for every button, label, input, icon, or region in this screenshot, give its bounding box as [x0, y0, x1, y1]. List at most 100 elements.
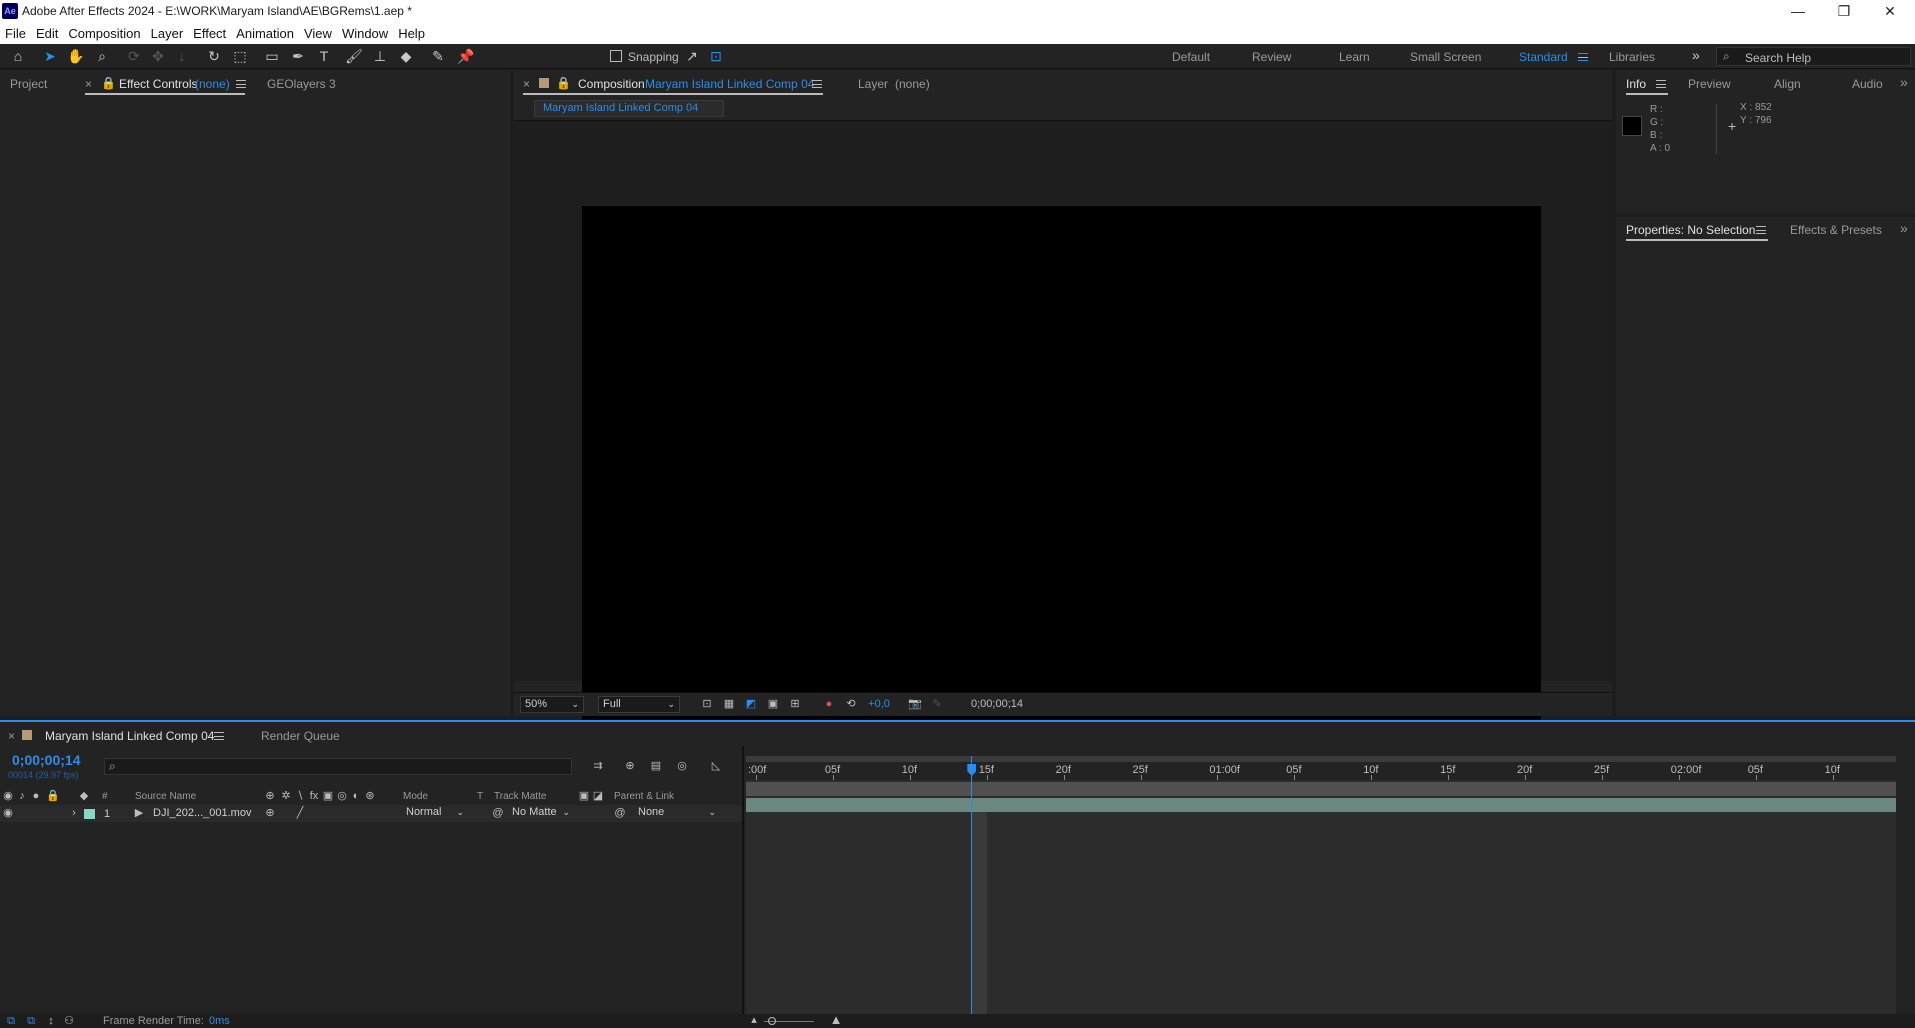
panel-menu-icon[interactable] [236, 80, 246, 88]
home-icon[interactable]: ⌂ [8, 47, 28, 65]
timeline-split-divider[interactable] [742, 746, 744, 1016]
pen-tool-icon[interactable]: ✒ [288, 47, 308, 65]
timeline-search-input[interactable]: ⌕ [104, 758, 572, 775]
blend-mode-dropdown[interactable]: Normal ⌄ [402, 805, 468, 822]
comp-viewer-area[interactable] [514, 121, 1612, 745]
time-graph-area[interactable]: :00f 05f 10f 15f 20f 25f 01:00f 05f 10f 15f 20f 25f… [746, 756, 1896, 1016]
snap-edges-icon[interactable]: ↗ [682, 47, 702, 65]
menu-animation[interactable]: Animation [231, 24, 299, 44]
layer-switches-toggle-icon[interactable]: ⧉ [4, 1015, 18, 1027]
show-snapshot-icon[interactable]: ✎ [930, 698, 944, 710]
twirl-chevron-icon[interactable]: › [68, 807, 80, 819]
dolly-camera-icon[interactable]: ↓ [172, 47, 192, 65]
tab-project[interactable]: Project [10, 77, 47, 91]
comp-lock-icon[interactable]: 🔒 [556, 76, 571, 90]
timeline-panel-menu-icon[interactable] [214, 732, 224, 740]
grid-options-icon[interactable]: ⊞ [788, 698, 802, 710]
workspace-libraries[interactable]: Libraries [1609, 50, 1655, 64]
layer-duration-bar[interactable] [746, 798, 1896, 812]
maximize-button[interactable]: ❐ [1821, 0, 1867, 24]
tab-layer[interactable]: Layer [858, 77, 888, 91]
magnification-dropdown[interactable]: 50% ⌄ [520, 696, 584, 713]
menu-composition[interactable]: Composition [63, 24, 145, 44]
zoom-in-icon[interactable]: ▲ [828, 1013, 844, 1026]
snap-features-icon[interactable]: ⊡ [706, 47, 726, 65]
info-panel-menu-icon[interactable] [1656, 80, 1666, 88]
menu-layer[interactable]: Layer [146, 24, 189, 44]
resolution-dropdown[interactable]: Full ⌄ [598, 696, 680, 713]
exposure-value[interactable]: +0,0 [864, 698, 894, 710]
type-tool-icon[interactable]: T [314, 47, 334, 65]
workspace-default[interactable]: Default [1172, 50, 1210, 64]
hand-tool-icon[interactable]: ✋ [66, 47, 86, 65]
render-time-toggle-icon[interactable]: ⚇ [62, 1015, 76, 1027]
selection-tool-icon[interactable]: ➤ [40, 47, 60, 65]
track-matte-dropdown[interactable]: No Matte ⌄ [508, 805, 574, 822]
layer-visibility-icon[interactable]: ◉ [2, 807, 14, 819]
source-name-header[interactable]: Source Name [135, 791, 196, 802]
search-help-field[interactable]: ⌕ Search Help [1716, 47, 1911, 66]
tab-audio[interactable]: Audio [1852, 77, 1883, 91]
shy-layers-icon[interactable]: ▤ [648, 760, 664, 772]
transparency-grid-icon[interactable]: ▦ [722, 698, 736, 710]
current-time[interactable]: 0;00;00;14 [12, 752, 81, 768]
menu-help[interactable]: Help [393, 24, 430, 44]
more-panels-icon[interactable]: » [1900, 74, 1908, 90]
properties-panel-menu-icon[interactable] [1756, 226, 1766, 234]
comp-breadcrumb[interactable]: Maryam Island Linked Comp 04 [534, 100, 724, 117]
eraser-tool-icon[interactable]: ◆ [396, 47, 416, 65]
minimize-button[interactable]: — [1775, 0, 1821, 24]
workspace-review[interactable]: Review [1252, 50, 1291, 64]
graph-editor-icon[interactable]: ◺ [708, 760, 724, 772]
tab-info[interactable]: Info [1626, 77, 1646, 91]
show-channel-icon[interactable]: ● [822, 698, 836, 710]
tab-composition[interactable]: Composition [578, 77, 645, 91]
workspace-menu-icon[interactable] [1578, 53, 1588, 61]
close-window-button[interactable]: ✕ [1867, 0, 1913, 24]
current-time-display[interactable]: 0;00;00;14 [962, 698, 1032, 710]
zoom-tool-icon[interactable]: ⌕ [92, 47, 112, 65]
tab-properties[interactable]: Properties: No Selection [1626, 223, 1755, 237]
workspace-learn[interactable]: Learn [1339, 50, 1370, 64]
workspace-small-screen[interactable]: Small Screen [1410, 50, 1481, 64]
comp-tab-close-icon[interactable]: × [523, 77, 530, 91]
lock-icon[interactable]: 🔒 [101, 76, 116, 90]
orbit-camera-icon[interactable]: ⟳ [124, 47, 144, 65]
tab-effect-controls[interactable]: Effect Controls [119, 77, 197, 91]
parent-pickwhip-icon[interactable]: @ [614, 807, 626, 819]
region-of-interest-icon[interactable]: ⊡ [700, 698, 714, 710]
rotation-tool-icon[interactable]: ↻ [204, 47, 224, 65]
comp-mini-flowchart-icon[interactable]: ⇉ [590, 760, 606, 772]
tab-render-queue[interactable]: Render Queue [261, 729, 340, 743]
menu-view[interactable]: View [299, 24, 337, 44]
rectangle-tool-icon[interactable]: ▭ [262, 47, 282, 65]
tab-effects-presets[interactable]: Effects & Presets [1790, 223, 1882, 237]
draft-3d-icon[interactable]: ⊕ [622, 760, 638, 772]
layer-label-color[interactable] [84, 809, 95, 819]
tab-preview[interactable]: Preview [1688, 77, 1731, 91]
anchor-point-tool-icon[interactable]: ⬚ [230, 47, 250, 65]
in-out-toggle-icon[interactable]: ↕ [44, 1015, 58, 1027]
clone-stamp-tool-icon[interactable]: ⊥ [370, 47, 390, 65]
snapshot-icon[interactable]: 📷 [908, 698, 922, 710]
layer-source-name[interactable]: DJI_202..._001.mov [153, 807, 251, 819]
comp-canvas[interactable] [582, 206, 1541, 745]
reset-exposure-icon[interactable]: ⟲ [844, 698, 858, 710]
workspace-standard[interactable]: Standard [1519, 50, 1568, 64]
matte-pickwhip-icon[interactable]: @ [492, 807, 504, 819]
playhead[interactable] [971, 756, 973, 1016]
snapping-checkbox[interactable] [610, 50, 622, 62]
brush-tool-icon[interactable]: 🖌 [344, 47, 364, 65]
zoom-out-icon[interactable]: ▴ [748, 1014, 760, 1026]
menu-effect[interactable]: Effect [188, 24, 231, 44]
table-row[interactable]: ◉ › 1 ▶ DJI_202..._001.mov ⊕ ╱ Normal ⌄ @… [0, 805, 742, 822]
time-ruler[interactable]: :00f 05f 10f 15f 20f 25f 01:00f 05f 10f 15f 20f 25f… [746, 762, 1896, 780]
modes-toggle-icon[interactable]: ⧉ [24, 1015, 38, 1027]
mask-visibility-icon[interactable]: ◩ [744, 698, 758, 710]
more-panels-icon[interactable]: » [1900, 220, 1908, 236]
roto-brush-tool-icon[interactable]: ✎ [428, 47, 448, 65]
menu-file[interactable]: File [0, 24, 31, 44]
zoom-slider-handle[interactable] [768, 1017, 776, 1025]
menu-edit[interactable]: Edit [31, 24, 63, 44]
comp-panel-menu-icon[interactable] [812, 80, 822, 88]
